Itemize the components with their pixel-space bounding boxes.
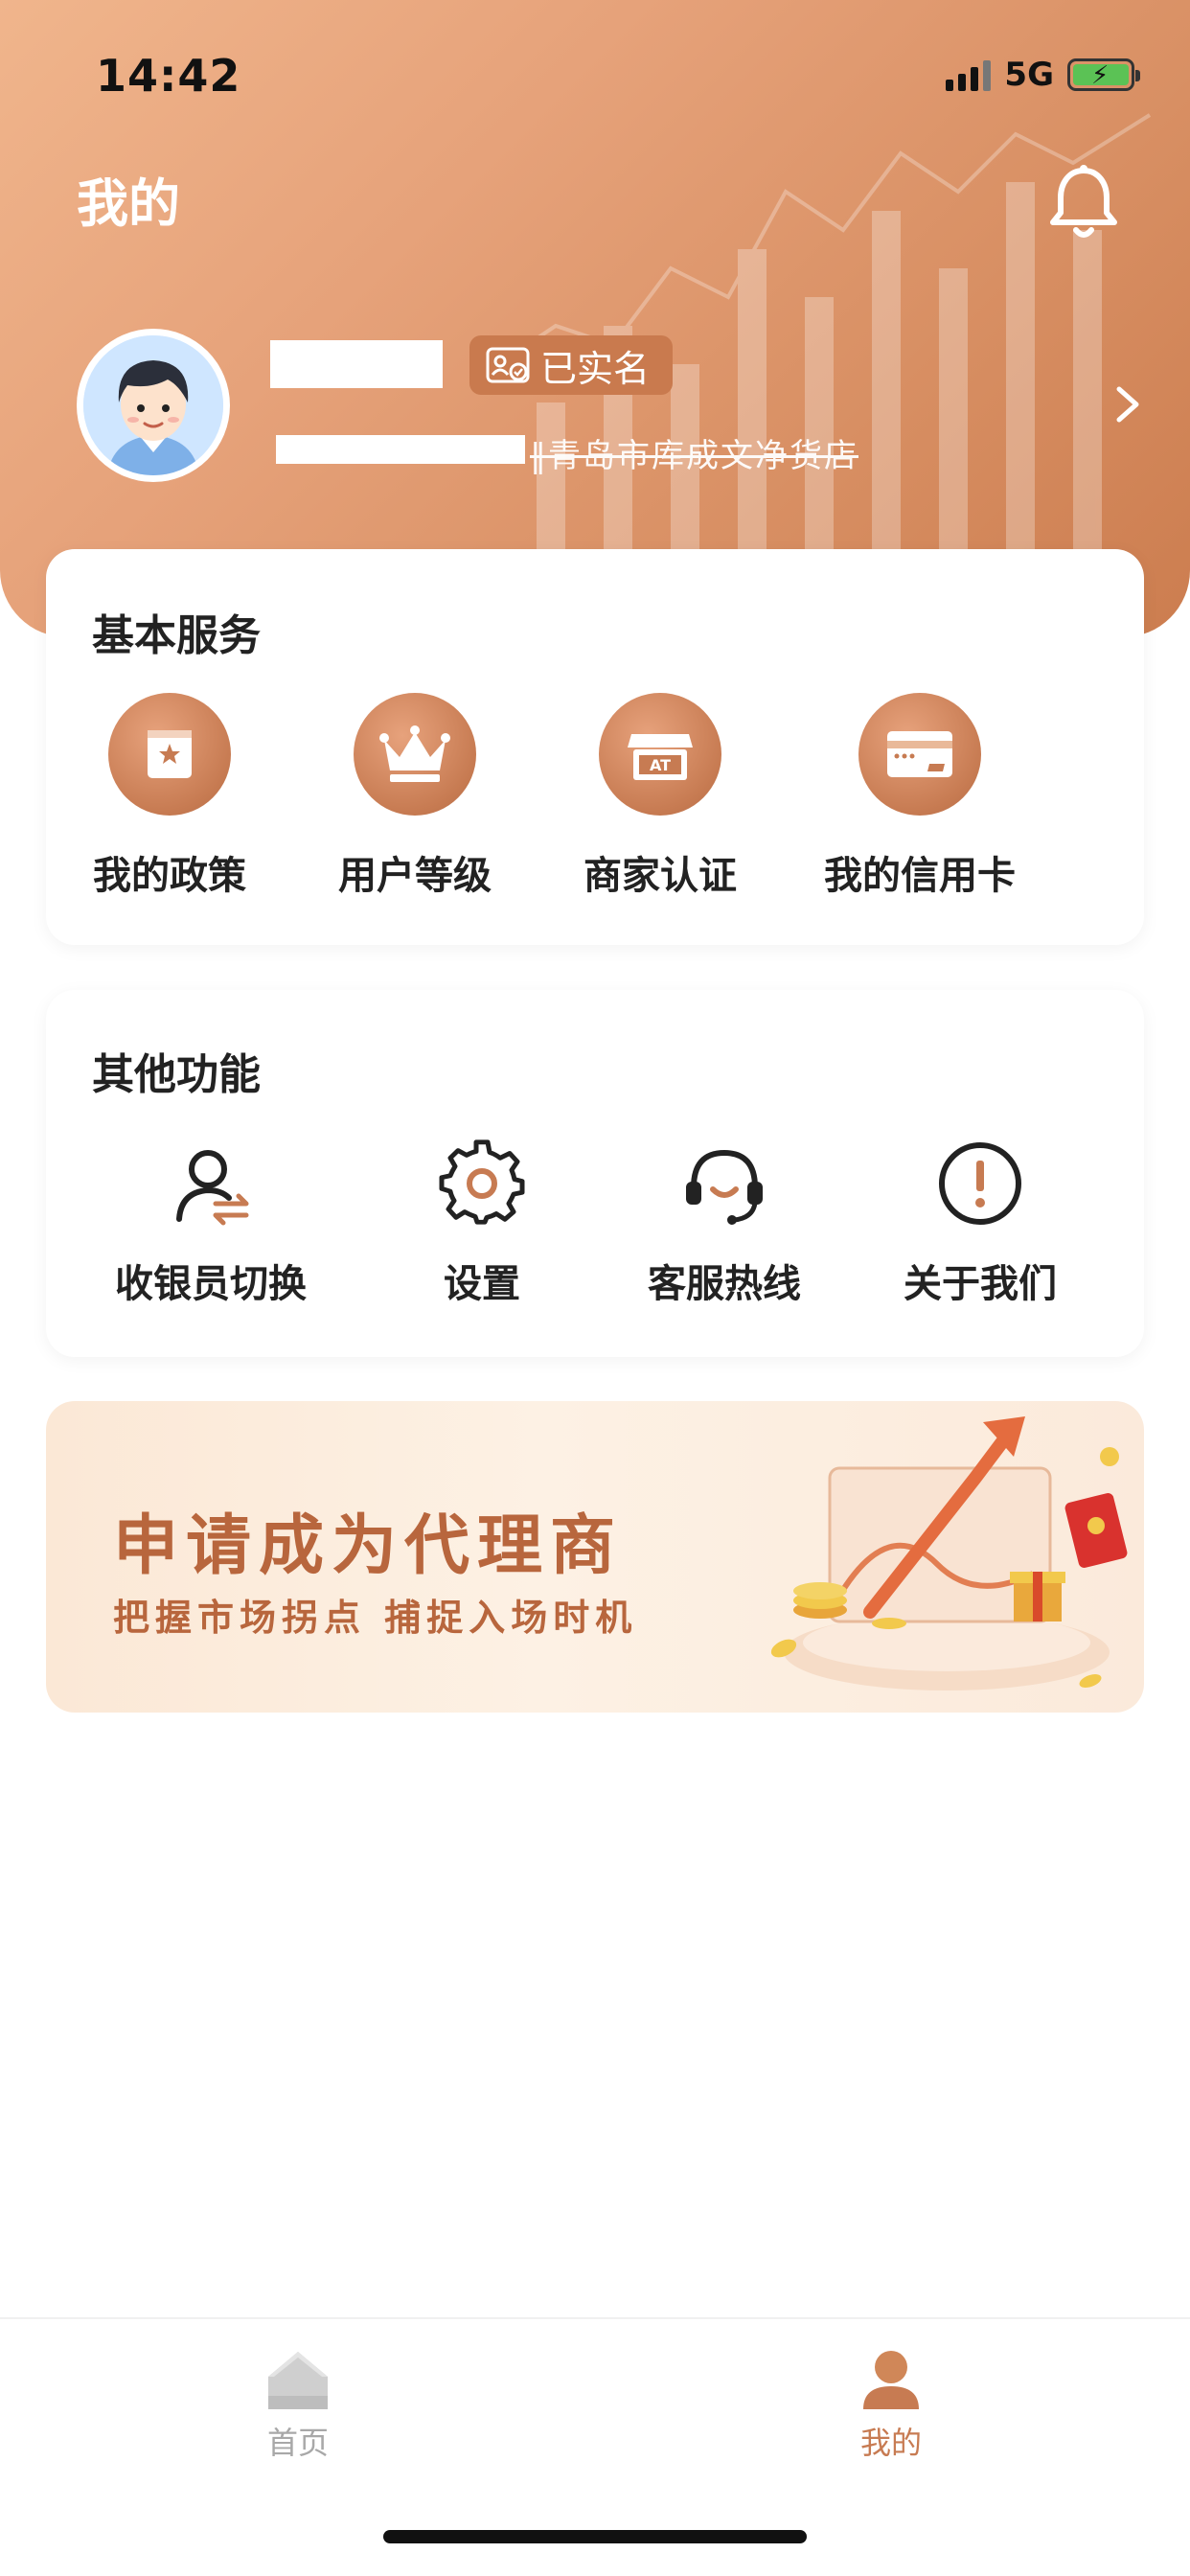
id-card-icon [486,347,530,383]
info-icon [932,1136,1028,1231]
cashier-switch-icon [163,1136,259,1231]
status-time: 14:42 [96,50,241,102]
tab-home[interactable]: 首页 [202,2348,394,2463]
network-label: 5G [1004,56,1054,94]
user-name-redacted [270,340,443,388]
service-my-policy[interactable]: 我的政策 [93,693,246,900]
home-indicator [383,2530,807,2543]
chart-decoration [498,113,1152,575]
headset-icon [676,1136,772,1231]
banner-title: 申请成为代理商 [113,1507,624,1584]
agent-banner[interactable]: 申请成为代理商 把握市场拐点 捕捉入场时机 [46,1401,1144,1713]
tab-mine[interactable]: 我的 [795,2348,987,2463]
service-credit-card[interactable]: 我的信用卡 [824,693,1016,900]
store-icon: AT [599,693,721,816]
status-indicators: 5G ⚡ [946,56,1140,94]
chevron-right-icon[interactable] [1113,383,1142,426]
growth-chart-illustration [770,1416,1128,1690]
other-functions-title: 其他功能 [92,1050,261,1099]
function-label: 客服热线 [648,1262,801,1306]
home-icon [268,2352,328,2409]
credit-card-icon [858,693,981,816]
service-label: 我的信用卡 [824,854,1016,898]
gear-icon [434,1136,530,1231]
person-icon [863,2351,919,2409]
basic-services-card: 基本服务 我的政策 用户等级 AT 商家认证 我的信用卡 [46,549,1144,945]
policy-icon [108,693,231,816]
crown-icon [354,693,476,816]
function-customer-service[interactable]: 客服热线 [643,1136,806,1308]
service-label: 我的政策 [93,854,246,898]
basic-services-title: 基本服务 [92,611,261,660]
other-functions-card: 其他功能 收银员切换 设置 客服热线 关于我们 [46,990,1144,1357]
function-label: 关于我们 [904,1262,1057,1306]
phone-redacted [276,435,525,464]
function-label: 设置 [444,1262,520,1306]
svg-text:AT: AT [650,756,671,774]
function-label: 收银员切换 [115,1262,307,1306]
battery-icon: ⚡ [1067,58,1140,91]
signal-icon [946,58,992,91]
avatar[interactable] [77,329,230,482]
user-avatar-icon [83,335,223,475]
function-about-us[interactable]: 关于我们 [899,1136,1062,1308]
bell-icon[interactable] [1049,163,1118,240]
store-name-text: ‖青岛市库成文净货店 [530,437,858,475]
service-label: 用户等级 [338,854,492,898]
tab-label: 我的 [859,2425,922,2461]
function-cashier-switch[interactable]: 收银员切换 [115,1136,307,1308]
banner-subtitle: 把握市场拐点 捕捉入场时机 [113,1596,638,1639]
user-sub-info: ‖青岛市库成文净货店 [276,429,918,475]
page-title: 我的 [77,173,180,234]
service-user-level[interactable]: 用户等级 [338,693,492,900]
tab-label: 首页 [266,2425,329,2461]
verified-label: 已实名 [540,347,651,390]
verified-badge: 已实名 [469,335,674,395]
service-merchant-cert[interactable]: AT 商家认证 [584,693,737,900]
function-settings[interactable]: 设置 [405,1136,559,1308]
service-label: 商家认证 [584,854,737,898]
